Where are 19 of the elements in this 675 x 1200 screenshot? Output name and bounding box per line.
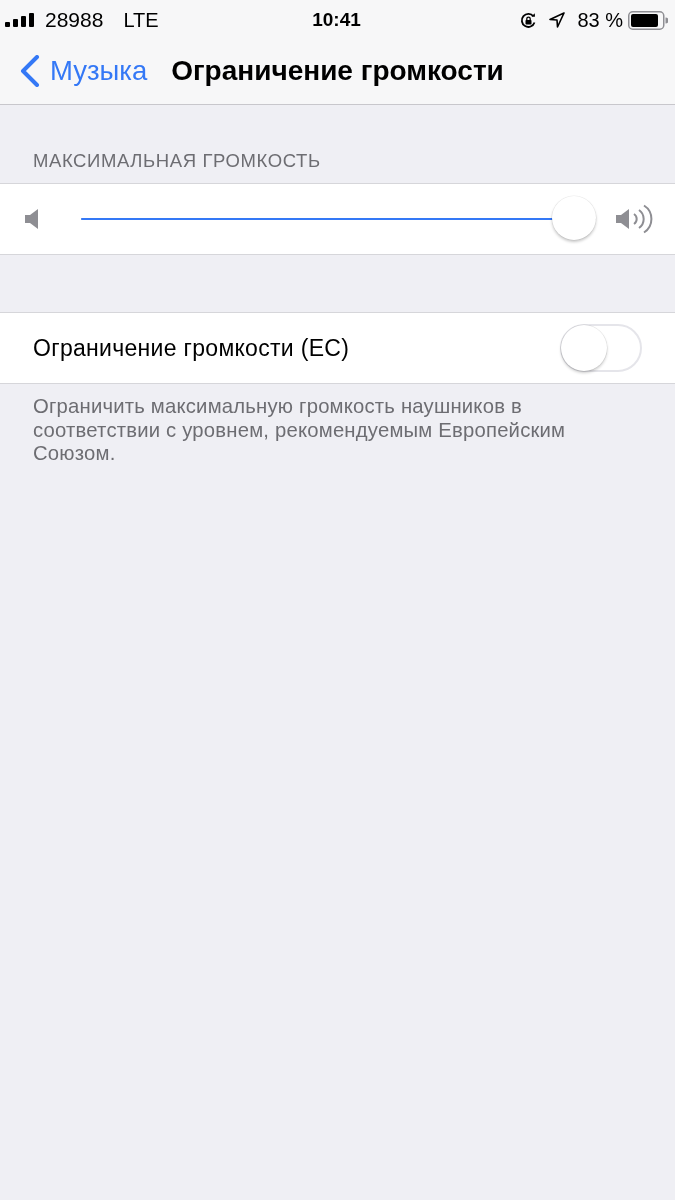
speaker-low-icon	[25, 209, 39, 229]
speaker-high-icon	[616, 204, 653, 234]
section-header: МАКСИМАЛЬНАЯ ГРОМКОСТЬ	[32, 149, 322, 173]
chevron-left-icon	[20, 55, 40, 87]
rotation-lock-icon	[520, 11, 538, 29]
signal-icon	[5, 13, 37, 27]
battery-percent: 83 %	[577, 8, 623, 32]
footer-note: Ограничить максимальную громкость наушников в соответствии с уровнем, рекомендуемым Европейским Союзом.	[32, 394, 567, 466]
row-label: Ограничение громкости (ЕС)	[33, 334, 350, 362]
location-arrow-icon	[549, 12, 566, 28]
toggle-switch[interactable]	[560, 324, 642, 372]
battery-icon	[628, 10, 668, 30]
page-title: Ограничение громкости	[171, 55, 504, 87]
back-button[interactable]: Музыка	[20, 55, 148, 87]
carrier-name: 28988	[45, 8, 104, 32]
network-type: LTE	[123, 8, 159, 32]
volume-slider[interactable]	[81, 196, 596, 242]
clock-time: 10:41	[312, 9, 361, 31]
slider-thumb[interactable]	[552, 196, 596, 240]
